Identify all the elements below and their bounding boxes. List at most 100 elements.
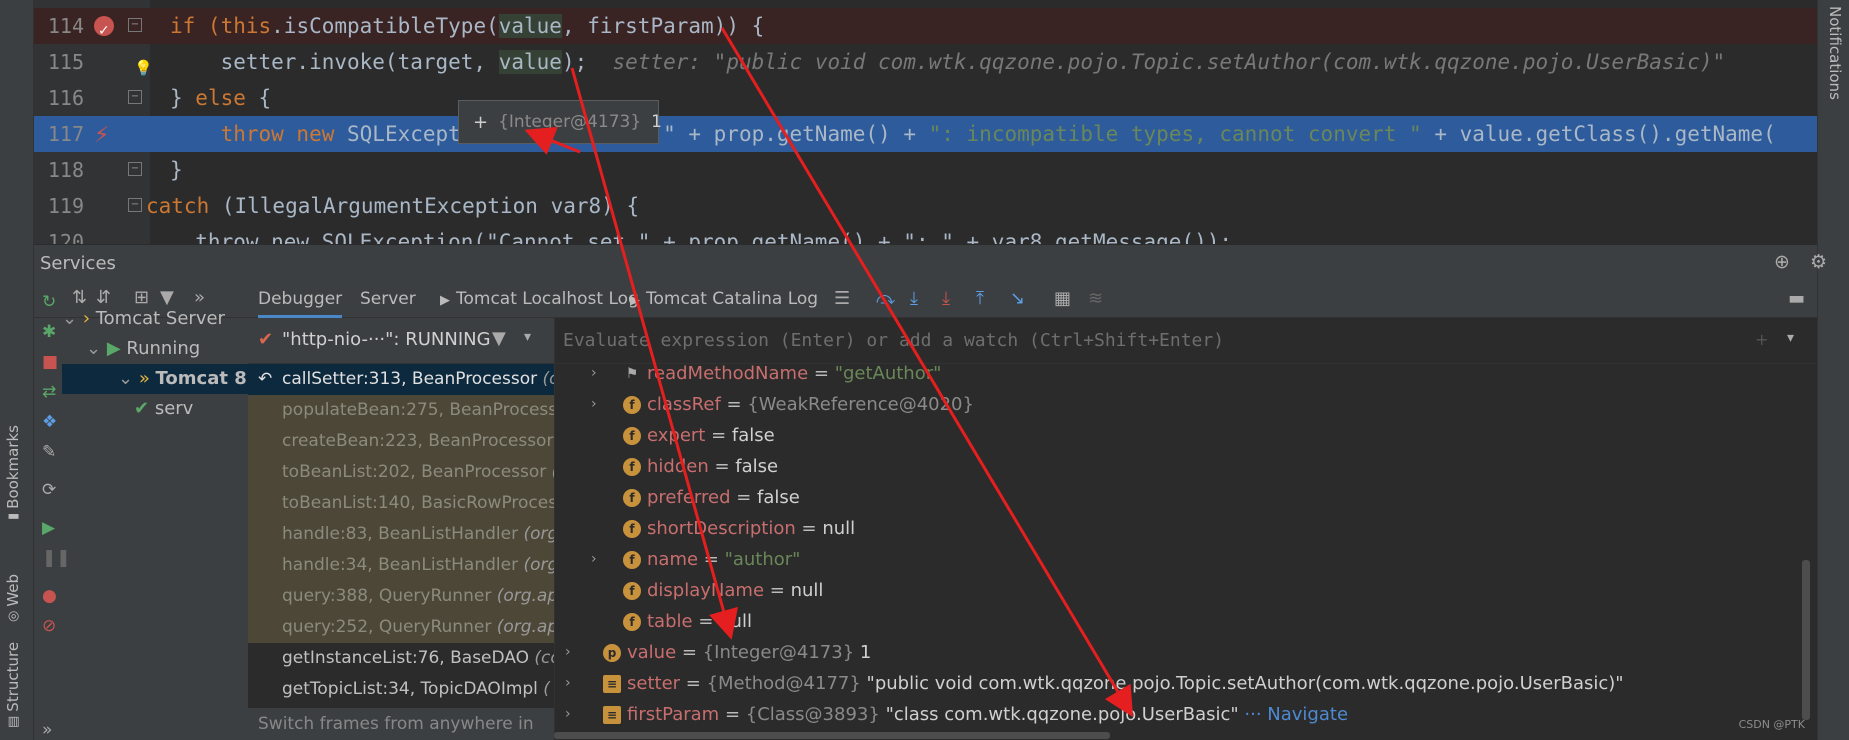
filter-icon[interactable]: ▼ [492,328,506,349]
bookmarks-tab[interactable]: ▮ Bookmarks [4,425,22,520]
target-icon[interactable]: ⊕ [1774,251,1790,273]
evaluate-icon[interactable]: ▦ [1054,288,1071,309]
expand-arrow-icon[interactable]: › [591,364,597,389]
chevron-down-icon[interactable]: ⌄ [118,368,139,389]
layout-settings-icon[interactable]: ▬ [1788,288,1805,309]
chevron-down-icon[interactable]: ▾ [524,329,531,345]
view-breakpoints-icon[interactable]: ● [42,586,57,606]
navigate-link[interactable]: ··· Navigate [1239,704,1348,725]
variable-row[interactable]: › p value = {Integer@4173} 1 [555,637,1805,668]
expand-icon[interactable]: + [473,112,488,133]
stack-frame[interactable]: toBeanList:202, BeanProcessor ( [248,457,554,488]
variable-row[interactable]: › f classRef = {WeakReference@4020} [555,389,1805,420]
value-tooltip[interactable]: + {Integer@4173} 1 [458,100,662,144]
variable-row[interactable]: f expert = false [555,420,1805,451]
more-actions-icon[interactable]: » [42,720,52,740]
tab-debugger[interactable]: Debugger [258,280,343,318]
stack-frame[interactable]: populateBean:275, BeanProcess [248,395,554,426]
fold-icon[interactable]: − [128,18,142,32]
tab-server[interactable]: Server [360,280,416,318]
stack-frame[interactable]: ↶ callSetter:313, BeanProcessor (o [248,364,554,395]
variable-row[interactable]: f preferred = false [555,482,1805,513]
stack-frame[interactable]: createBean:223, BeanProcessor [248,426,554,457]
code-token: throw new SQLException("Cannot set " + p… [170,230,1233,244]
expand-arrow-icon[interactable]: › [565,699,571,730]
structure-tab[interactable]: ▤ Structure [4,642,22,728]
code-token: else [195,86,246,110]
tree-item[interactable]: ⌄ ▶ Running [86,334,248,364]
tomcat-icon: › [82,308,96,329]
code-editor[interactable]: 114−if (this.isCompatibleType(value, fir… [34,0,1817,244]
rerun-icon[interactable]: ↻ [42,292,56,312]
add-watch-icon[interactable]: + [1755,330,1768,349]
stack-frame[interactable]: handle:34, BeanListHandler (org [248,550,554,581]
stop-icon[interactable]: ■ [42,352,58,372]
expand-arrow-icon[interactable]: › [565,637,571,668]
artifact-icon[interactable]: ❖ [42,412,57,432]
web-tab[interactable]: ◎ Web [4,574,22,622]
vertical-scrollbar[interactable] [1802,560,1810,720]
trace-icon[interactable]: ≋ [1088,288,1103,309]
tree-item[interactable]: ⌄ » Tomcat 8 [62,364,248,394]
variable-name: expert [647,425,706,446]
tree-item-label: Running [126,338,201,359]
frame-label: createBean:223, BeanProcessor [282,431,554,451]
refresh-icon[interactable]: ⟳ [42,480,56,500]
tab-tomcat-localhost-log[interactable]: ▶ Tomcat Localhost Log [440,280,639,318]
stack-frame[interactable]: getTopicList:34, TopicDAOImpl ( [248,674,554,705]
deploy-icon[interactable]: ⇄ [42,382,56,402]
variable-row[interactable]: › ≡ setter = {Method@4177} "public void co… [555,668,1805,699]
fold-icon[interactable]: − [128,90,142,104]
gear-icon[interactable]: ⚙ [1810,251,1827,273]
tab-tomcat-catalina-log[interactable]: ▶ Tomcat Catalina Log [630,280,818,318]
variable-row[interactable]: f hidden = false [555,451,1805,482]
variable-name: shortDescription [647,518,796,539]
variable-row[interactable]: › f name = "author" [555,544,1805,575]
fold-icon[interactable]: − [128,162,142,176]
expand-arrow-icon[interactable]: › [565,668,571,699]
variable-row[interactable]: f displayName = null [555,575,1805,606]
stack-frame[interactable]: query:388, QueryRunner (org.apa [248,581,554,612]
thread-selector[interactable]: "http-nio-···": RUNNING [282,329,491,350]
stack-frame[interactable]: query:252, QueryRunner (org.apa [248,612,554,643]
debug-icon[interactable]: ✱ [42,322,56,342]
return-icon: ↶ [258,369,273,389]
pause-icon[interactable]: ❚❚ [42,548,71,568]
notifications-tab[interactable]: Notifications [1826,6,1844,100]
chevron-down-icon[interactable]: ⌄ [86,338,107,359]
variable-row[interactable]: f table = null [555,606,1805,637]
force-step-into-icon[interactable]: ⤓ [942,288,950,309]
variable-row[interactable]: › ≡ firstParam = {Class@3893} "class com.w… [555,699,1805,730]
horizontal-scrollbar[interactable] [554,732,1110,739]
mute-breakpoints-icon[interactable]: ⊘ [42,616,56,636]
run-to-cursor-icon[interactable]: ↘ [1010,288,1025,309]
frames-header: ✔ "http-nio-···": RUNNING ▼ ▾ [248,318,554,364]
frames-list: ↶ callSetter:313, BeanProcessor (o popula… [248,364,554,740]
chevron-down-icon[interactable]: ▾ [1787,330,1794,346]
expand-arrow-icon[interactable]: › [591,544,597,575]
variable-row[interactable]: f shortDescription = null [555,513,1805,544]
resume-icon[interactable]: ▶ [42,518,55,538]
expand-arrow-icon[interactable]: › [591,389,597,420]
tree-item[interactable]: ⌄ › Tomcat Server [62,304,248,334]
evaluate-expression-input[interactable] [563,318,1743,362]
tree-item-label: serv [154,398,194,419]
step-out-icon[interactable]: ⤒ [976,288,984,309]
breakpoint-icon[interactable] [94,13,114,49]
tree-item[interactable]: ✔ serv [134,394,248,424]
frame-label: handle:83, BeanListHandler [282,524,519,544]
chevron-down-icon[interactable]: ⌄ [62,308,83,329]
run-icon: ▶ [106,338,127,359]
variable-row[interactable]: › ⚑ readMethodName = "getAuthor" [555,364,1805,389]
step-over-icon[interactable]: ⤼ [876,288,895,309]
step-into-icon[interactable]: ⤓ [910,288,918,309]
wrench-icon[interactable]: ✎ [42,442,56,462]
stack-frame[interactable]: getInstanceList:76, BaseDAO (co [248,643,554,674]
code-token: catch [146,194,210,218]
stack-frame[interactable]: handle:83, BeanListHandler (org [248,519,554,550]
layout-icon[interactable]: ☰ [834,288,850,309]
exception-breakpoint-icon[interactable]: ⚡ [94,118,109,154]
stack-frame[interactable]: toBeanList:140, BasicRowProces [248,488,554,519]
fold-icon[interactable]: − [128,198,142,212]
object-id: {WeakReference@4020} [747,394,974,415]
